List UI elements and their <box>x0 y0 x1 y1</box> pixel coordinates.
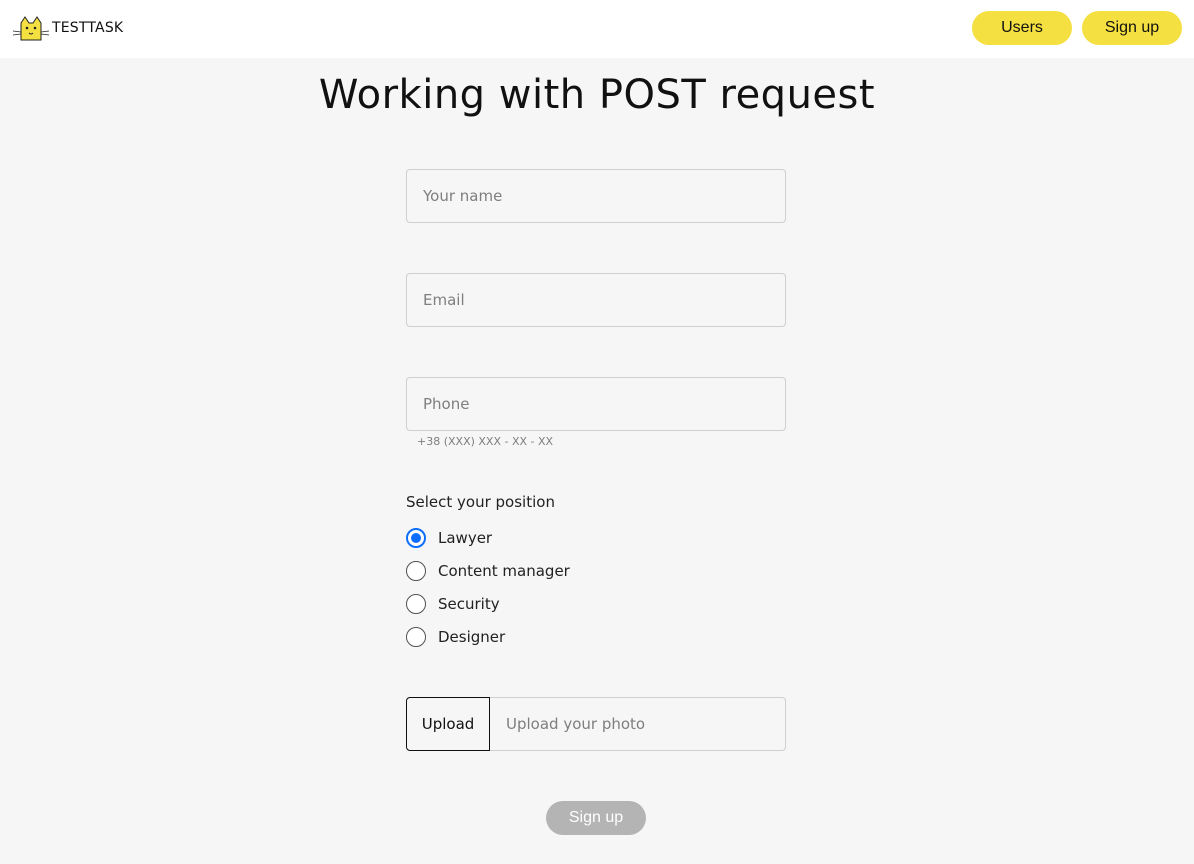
name-input[interactable]: Your name <box>406 169 786 223</box>
position-label: Select your position <box>406 493 555 511</box>
users-nav-button[interactable]: Users <box>972 11 1072 45</box>
logo-text: TESTTASK <box>52 20 124 36</box>
page-title: Working with POST request <box>318 72 876 118</box>
phone-input[interactable]: Phone <box>406 377 786 431</box>
position-option-content-manager[interactable]: Content manager <box>406 561 570 581</box>
photo-upload-field[interactable]: Upload Upload your photo <box>406 697 786 751</box>
phone-helper-text: +38 (XXX) XXX - XX - XX <box>417 435 554 448</box>
position-option-security[interactable]: Security <box>406 594 500 614</box>
radio-button[interactable] <box>406 627 426 647</box>
cat-logo-icon <box>12 14 50 42</box>
header: TESTTASK Users Sign up <box>0 0 1194 58</box>
radio-label: Security <box>438 595 500 613</box>
position-option-lawyer[interactable]: Lawyer <box>406 528 492 548</box>
radio-label: Content manager <box>438 562 570 580</box>
logo[interactable]: TESTTASK <box>12 14 123 42</box>
upload-button[interactable]: Upload <box>406 697 490 751</box>
name-placeholder: Your name <box>423 187 503 205</box>
radio-button[interactable] <box>406 561 426 581</box>
signup-submit-button[interactable]: Sign up <box>546 801 646 835</box>
radio-label: Designer <box>438 628 506 646</box>
signup-nav-button[interactable]: Sign up <box>1082 11 1182 45</box>
radio-button[interactable] <box>406 528 426 548</box>
phone-placeholder: Phone <box>423 395 470 413</box>
position-option-designer[interactable]: Designer <box>406 627 505 647</box>
upload-placeholder: Upload your photo <box>506 715 646 733</box>
email-placeholder: Email <box>423 291 465 309</box>
radio-button[interactable] <box>406 594 426 614</box>
radio-label: Lawyer <box>438 529 493 547</box>
email-input[interactable]: Email <box>406 273 786 327</box>
